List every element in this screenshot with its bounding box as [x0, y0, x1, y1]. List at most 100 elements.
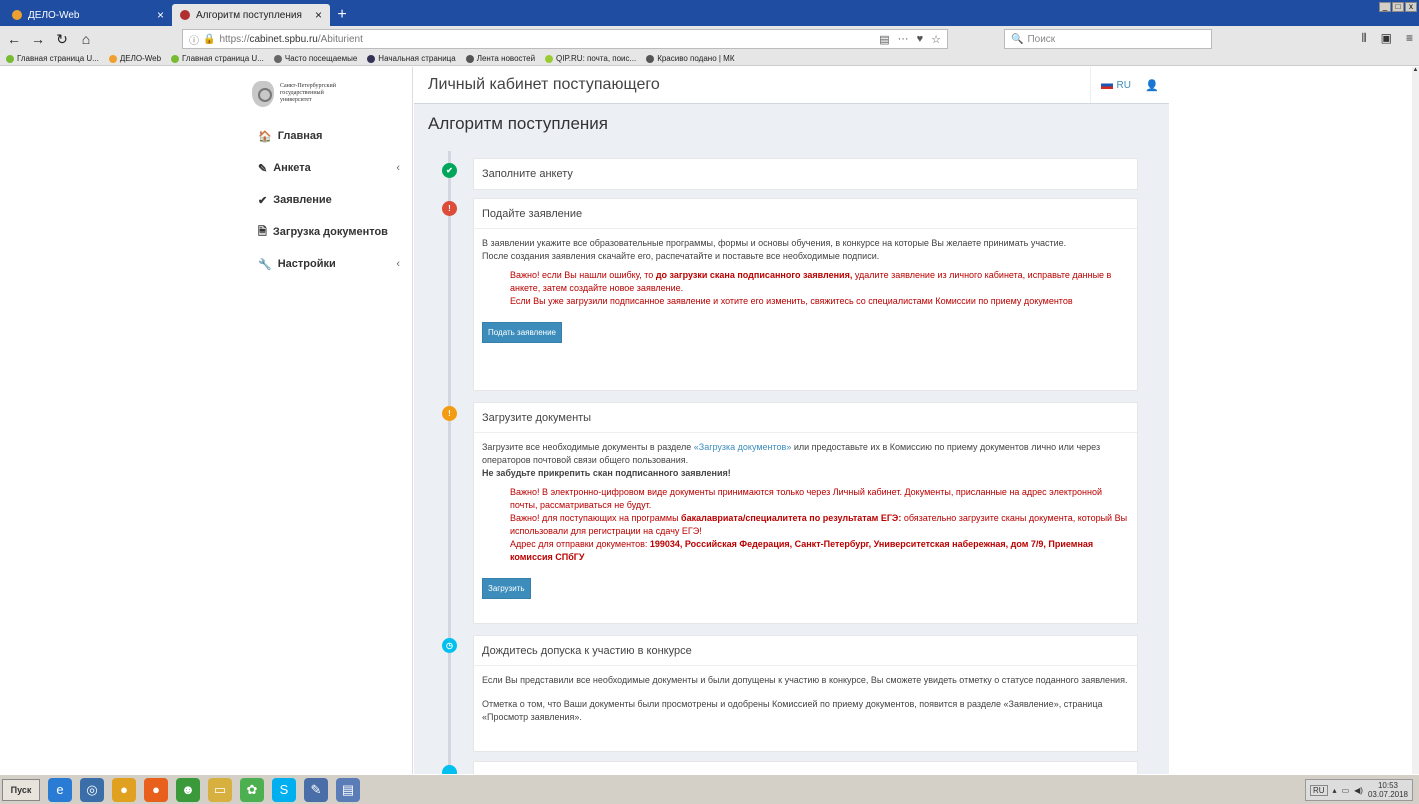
bookmark-item[interactable]: Часто посещаемые — [273, 54, 357, 63]
star-icon[interactable]: ☆ — [931, 33, 941, 46]
sidebar-item-form[interactable]: ✎ Анкета ‹ — [246, 152, 412, 184]
language-switcher[interactable]: RU — [1089, 67, 1131, 103]
user-icon[interactable]: 👤 — [1145, 79, 1159, 92]
university-logo[interactable]: Санкт-Петербургский государственный унив… — [246, 67, 412, 120]
firefox-icon[interactable]: ● — [144, 777, 168, 802]
sidebar-item-application[interactable]: ✔ Заявление — [246, 184, 412, 216]
sidebar-item-upload[interactable]: 🗎 Загрузка документов — [246, 216, 412, 248]
ie-icon[interactable]: e — [48, 777, 72, 802]
start-button[interactable]: Пуск — [2, 778, 40, 801]
taskbar: Пуск e ◎ ● ● ☻ ▭ ✿ S ✎ ▤ RU ▴ ▭ ◀) 10:53… — [0, 774, 1419, 804]
bookmarks-bar: Главная страница U... ДЕЛО-Web Главная с… — [0, 52, 1419, 66]
bookmark-item[interactable]: Лента новостей — [465, 54, 535, 63]
clock[interactable]: 10:53 03.07.2018 — [1368, 781, 1408, 799]
page-title: Алгоритм поступления — [428, 114, 608, 133]
bookmark-item[interactable]: Начальная страница — [367, 54, 456, 63]
check-icon: ✔ — [258, 194, 268, 207]
main-content: Личный кабинет поступающего RU 👤 Алгорит… — [414, 67, 1169, 774]
step-done-icon: ✔ — [442, 163, 457, 178]
scroll-up-icon[interactable]: ▲ — [1412, 67, 1419, 73]
info-icon[interactable]: ⓘ — [189, 32, 199, 47]
home-icon[interactable]: ⌂ — [76, 31, 96, 47]
step-next — [473, 761, 1138, 774]
page-scrollbar[interactable]: ▲ — [1412, 67, 1419, 774]
clock-icon: ◷ — [442, 638, 457, 653]
crest-icon — [252, 80, 274, 107]
url-path: /Abiturient — [317, 33, 363, 45]
folder-icon[interactable]: ▭ — [208, 777, 232, 802]
language-indicator[interactable]: RU — [1309, 784, 1328, 796]
sidebar: Санкт-Петербургский государственный унив… — [246, 67, 413, 774]
document-icon[interactable]: ▤ — [336, 777, 360, 802]
menu-icon[interactable]: ≡ — [1406, 31, 1413, 46]
header-title: Личный кабинет поступающего — [428, 76, 660, 93]
paint-icon[interactable]: ✎ — [304, 777, 328, 802]
skype-icon[interactable]: S — [272, 777, 296, 802]
submit-application-button[interactable]: Подать заявление — [482, 322, 562, 343]
step-warning-icon: ! — [442, 406, 457, 421]
bookmark-item[interactable]: QIP.RU: почта, поис... — [545, 54, 636, 63]
sidebar-item-settings[interactable]: 🔧 Настройки ‹ — [246, 248, 412, 280]
bookmark-item[interactable]: ДЕЛО-Web — [108, 54, 161, 63]
bookmark-item[interactable]: Главная страница U... — [171, 54, 264, 63]
bookmark-item[interactable]: Главная страница U... — [6, 54, 99, 63]
close-tab-icon[interactable]: × — [157, 8, 164, 22]
step-body: Загрузите все необходимые документы в ра… — [474, 433, 1137, 605]
url-domain: cabinet.spbu.ru — [249, 33, 318, 45]
flag-ru-icon — [1100, 81, 1113, 89]
maximize-button[interactable]: □ — [1392, 2, 1404, 12]
site-header: Личный кабинет поступающего RU 👤 — [414, 67, 1169, 104]
close-tab-icon[interactable]: × — [315, 8, 322, 22]
more-icon[interactable]: ··· — [898, 33, 909, 46]
reader-icon[interactable]: ▤ — [879, 33, 889, 46]
bookmark-item[interactable]: Красиво подано | МК — [646, 54, 734, 63]
step-title: Дождитесь допуска к участию в конкурсе — [474, 636, 1137, 666]
warning-text: Важно! если Вы нашли ошибку, то до загру… — [510, 270, 1112, 306]
tab-algorithm[interactable]: Алгоритм поступления × — [172, 4, 330, 26]
search-icon: 🔍 — [1011, 33, 1024, 45]
system-tray: RU ▴ ▭ ◀) 10:53 03.07.2018 — [1304, 779, 1413, 801]
new-tab-button[interactable]: + — [330, 4, 354, 26]
back-icon[interactable]: ← — [4, 31, 24, 47]
step-upload-documents: Загрузите документы Загрузите все необхо… — [473, 402, 1138, 624]
step-fill-form: Заполните анкету — [473, 158, 1138, 190]
site-wrapper: Санкт-Петербургский государственный унив… — [246, 67, 1169, 774]
chevron-left-icon: ‹ — [396, 258, 400, 270]
wrench-icon: 🔧 — [258, 258, 272, 271]
sidebar-menu: 🏠 Главная ✎ Анкета ‹ ✔ Заявление 🗎 Загрузка д… — [246, 120, 412, 280]
search-input[interactable]: 🔍 Поиск — [1004, 29, 1212, 49]
tab-label: Алгоритм поступления — [196, 9, 302, 21]
tab-label: ДЕЛО-Web — [28, 9, 80, 21]
qip-icon[interactable]: ✿ — [240, 777, 264, 802]
upload-button[interactable]: Загрузить — [482, 578, 531, 599]
url-actions: ▤ ··· ♥ ☆ — [879, 33, 941, 46]
toolbar-right: ⫴ ▣ ≡ — [1362, 31, 1413, 46]
minimize-button[interactable]: _ — [1379, 2, 1391, 12]
search-placeholder: Поиск — [1027, 33, 1056, 45]
tab-delo-web[interactable]: ДЕЛО-Web × — [4, 4, 172, 26]
url-bar[interactable]: ⓘ 🔒 https:// cabinet.spbu.ru /Abiturient… — [182, 29, 948, 49]
step-next-icon — [442, 765, 457, 774]
close-window-button[interactable]: x — [1405, 2, 1417, 12]
chrome-icon[interactable]: ● — [112, 777, 136, 802]
sidebar-item-home[interactable]: 🏠 Главная — [246, 120, 412, 152]
step-body: В заявлении укажите все образовательные … — [474, 229, 1137, 349]
forward-icon[interactable]: → — [28, 31, 48, 47]
upload-documents-link[interactable]: «Загрузка документов» — [694, 442, 792, 452]
step-title: Загрузите документы — [474, 403, 1137, 433]
home-icon: 🏠 — [258, 130, 272, 143]
step-body: Если Вы представили все необходимые доку… — [482, 675, 1128, 722]
lock-icon: 🔒 — [203, 33, 216, 45]
app-icon[interactable]: ☻ — [176, 777, 200, 802]
step-await-admission: Дождитесь допуска к участию в конкурсе Е… — [473, 635, 1138, 752]
step-title: Заполните анкету — [482, 168, 573, 180]
tray-arrow-icon[interactable]: ▴ — [1333, 786, 1337, 795]
sidebar-icon[interactable]: ▣ — [1381, 31, 1392, 46]
reload-icon[interactable]: ↻ — [52, 31, 72, 48]
warning-text: Важно! В электронно-цифровом виде докуме… — [510, 487, 1128, 562]
volume-icon[interactable]: ◀) — [1354, 786, 1363, 795]
pocket-icon[interactable]: ♥ — [917, 33, 924, 46]
library-icon[interactable]: ⫴ — [1362, 31, 1367, 46]
edit-icon: ✎ — [258, 162, 268, 175]
explorer-icon[interactable]: ◎ — [80, 777, 104, 802]
